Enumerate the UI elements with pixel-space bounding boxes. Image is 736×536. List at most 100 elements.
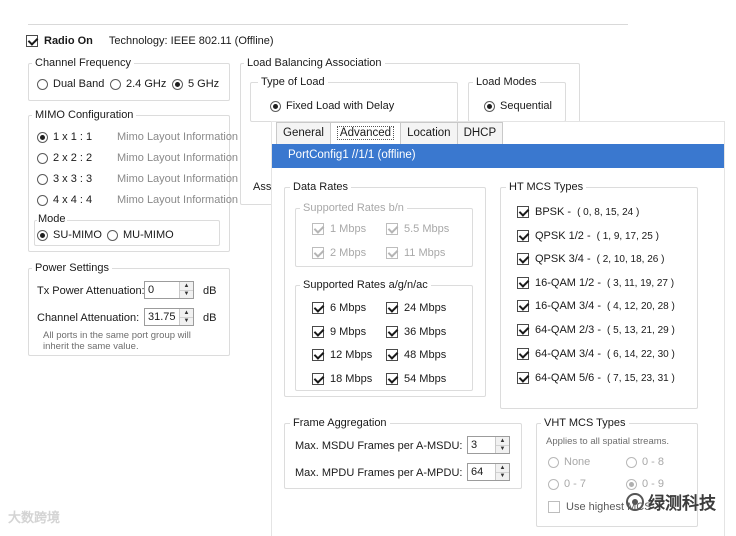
ht-mcs-item[interactable]: BPSK - ( 0, 8, 15, 24 ) — [517, 206, 639, 218]
rate-bn-55[interactable]: 5.5 Mbps — [386, 223, 449, 235]
ht-mcs-values: ( 6, 14, 22, 30 ) — [607, 348, 675, 360]
rate-bn-2[interactable]: 2 Mbps — [312, 247, 366, 259]
watermark-left-text: 大数跨境 — [8, 510, 61, 525]
ht-mcs-label: 64-QAM 5/6 - — [535, 372, 602, 384]
freq-option-24[interactable]: 2.4 GHz — [110, 78, 166, 90]
mode-option-label: SU-MIMO — [53, 229, 102, 241]
ht-mcs-values: ( 7, 15, 23, 31 ) — [607, 372, 675, 384]
down-arrow-icon[interactable]: ▼ — [180, 317, 193, 325]
checkbox-icon — [386, 326, 398, 338]
stepper-arrows[interactable]: ▲ ▼ — [179, 282, 193, 298]
down-arrow-icon[interactable]: ▼ — [496, 472, 509, 480]
mimo-option-3[interactable]: 3 x 3 : 3 Mimo Layout Information — [37, 173, 238, 185]
tab-label: Advanced — [336, 126, 395, 140]
ht-mcs-values: ( 3, 11, 19, 27 ) — [607, 277, 675, 289]
channel-attenuation-unit: dB — [203, 312, 217, 324]
ht-mcs-label: 64-QAM 3/4 - — [535, 348, 602, 360]
rate-24[interactable]: 24 Mbps — [386, 302, 446, 314]
rate-48[interactable]: 48 Mbps — [386, 349, 446, 361]
ht-mcs-label: 64-QAM 2/3 - — [535, 324, 602, 336]
ht-mcs-item[interactable]: 64-QAM 2/3 - ( 5, 13, 21, 29 ) — [517, 324, 675, 336]
rate-18[interactable]: 18 Mbps — [312, 373, 372, 385]
radio-on-row: Radio On Technology: IEEE 802.11 (Offlin… — [26, 35, 274, 47]
rate-36[interactable]: 36 Mbps — [386, 326, 446, 338]
rate-9[interactable]: 9 Mbps — [312, 326, 366, 338]
radio-icon — [37, 173, 48, 185]
radio-selected-icon — [626, 478, 637, 490]
tx-power-label: Tx Power Attenuation: — [37, 285, 145, 297]
stepper-arrows[interactable]: ▲ ▼ — [495, 464, 509, 480]
freq-option-dual[interactable]: Dual Band — [37, 78, 104, 90]
rate-label: 2 Mbps — [330, 247, 367, 259]
rate-12[interactable]: 12 Mbps — [312, 349, 372, 361]
mimo-option-label: 4 x 4 : 4 — [53, 194, 93, 206]
rate-6[interactable]: 6 Mbps — [312, 302, 366, 314]
checkbox-icon — [312, 349, 324, 361]
rate-label: 54 Mbps — [404, 373, 447, 385]
checkbox-icon — [312, 223, 324, 235]
mimo-option-1[interactable]: 1 x 1 : 1 Mimo Layout Information — [37, 131, 238, 143]
ht-mcs-values: ( 5, 13, 21, 29 ) — [607, 324, 675, 336]
checkbox-icon — [548, 501, 560, 513]
up-arrow-icon[interactable]: ▲ — [496, 437, 509, 446]
ht-mcs-item[interactable]: QPSK 3/4 - ( 2, 10, 18, 26 ) — [517, 253, 664, 265]
checkbox-icon — [312, 247, 324, 259]
ht-mcs-values: ( 0, 8, 15, 24 ) — [577, 206, 640, 218]
down-arrow-icon[interactable]: ▼ — [180, 290, 193, 298]
up-arrow-icon[interactable]: ▲ — [180, 309, 193, 318]
tab-bar: General Advanced Location DHCP — [276, 122, 504, 145]
type-of-load-title: Type of Load — [258, 76, 328, 88]
mimo-option-label: 1 x 1 : 1 — [53, 131, 93, 143]
radio-on-label: Radio On — [44, 35, 93, 47]
checkbox-icon — [386, 373, 398, 385]
vht-mcs-title: VHT MCS Types — [541, 417, 629, 429]
channel-attenuation-stepper[interactable]: 31.75 ▲ ▼ — [144, 308, 194, 326]
msdu-stepper[interactable]: 3 ▲ ▼ — [467, 436, 510, 454]
ht-mcs-item[interactable]: QPSK 1/2 - ( 1, 9, 17, 25 ) — [517, 230, 659, 242]
ht-mcs-item[interactable]: 16-QAM 3/4 - ( 4, 12, 20, 28 ) — [517, 300, 675, 312]
tab-advanced[interactable]: Advanced — [329, 122, 402, 145]
rate-54[interactable]: 54 Mbps — [386, 373, 446, 385]
up-arrow-icon[interactable]: ▲ — [496, 464, 509, 473]
rate-label: 11 Mbps — [404, 247, 446, 259]
mpdu-stepper[interactable]: 64 ▲ ▼ — [467, 463, 510, 481]
msdu-value: 3 — [471, 439, 478, 451]
port-config-selected-row[interactable]: PortConfig1 //1/1 (offline) — [272, 144, 724, 168]
tab-general[interactable]: General — [276, 122, 331, 144]
radio-icon — [37, 78, 48, 90]
freq-option-5[interactable]: 5 GHz — [172, 78, 219, 90]
ht-mcs-values: ( 2, 10, 18, 26 ) — [596, 253, 665, 265]
rate-bn-11[interactable]: 11 Mbps — [386, 247, 445, 259]
rate-bn-1[interactable]: 1 Mbps — [312, 223, 366, 235]
checkbox-icon — [517, 348, 529, 360]
checkbox-icon — [386, 247, 398, 259]
load-modes-option[interactable]: Sequential — [484, 100, 552, 112]
mimo-option-2[interactable]: 2 x 2 : 2 Mimo Layout Information — [37, 152, 238, 164]
vht-option-07[interactable]: 0 - 7 — [548, 478, 586, 490]
radio-on-checkbox[interactable] — [26, 35, 38, 47]
tab-location[interactable]: Location — [400, 122, 458, 144]
vht-option-08[interactable]: 0 - 8 — [626, 456, 664, 468]
vht-option-label: 0 - 8 — [642, 456, 665, 468]
mimo-option-info: Mimo Layout Information — [117, 194, 239, 206]
channel-attenuation-label: Channel Attenuation: — [37, 312, 140, 324]
checkbox-icon — [517, 324, 529, 336]
tx-power-stepper[interactable]: 0 ▲ ▼ — [144, 281, 194, 299]
radio-icon — [107, 229, 118, 241]
mode-option-mu[interactable]: MU-MIMO — [107, 229, 174, 241]
tab-dhcp[interactable]: DHCP — [456, 122, 504, 144]
mimo-title: MIMO Configuration — [32, 109, 137, 121]
mode-title: Mode — [37, 213, 67, 225]
ht-mcs-item[interactable]: 64-QAM 5/6 - ( 7, 15, 23, 31 ) — [517, 372, 675, 384]
stepper-arrows[interactable]: ▲ ▼ — [179, 309, 193, 325]
mimo-option-label: 3 x 3 : 3 — [53, 173, 93, 185]
mimo-option-4[interactable]: 4 x 4 : 4 Mimo Layout Information — [37, 194, 238, 206]
type-of-load-option[interactable]: Fixed Load with Delay — [270, 100, 394, 112]
mode-option-su[interactable]: SU-MIMO — [37, 229, 102, 241]
ht-mcs-item[interactable]: 16-QAM 1/2 - ( 3, 11, 19, 27 ) — [517, 277, 674, 289]
down-arrow-icon[interactable]: ▼ — [496, 445, 509, 453]
stepper-arrows[interactable]: ▲ ▼ — [495, 437, 509, 453]
ht-mcs-item[interactable]: 64-QAM 3/4 - ( 6, 14, 22, 30 ) — [517, 348, 675, 360]
up-arrow-icon[interactable]: ▲ — [180, 282, 193, 291]
vht-option-none[interactable]: None — [548, 456, 590, 468]
